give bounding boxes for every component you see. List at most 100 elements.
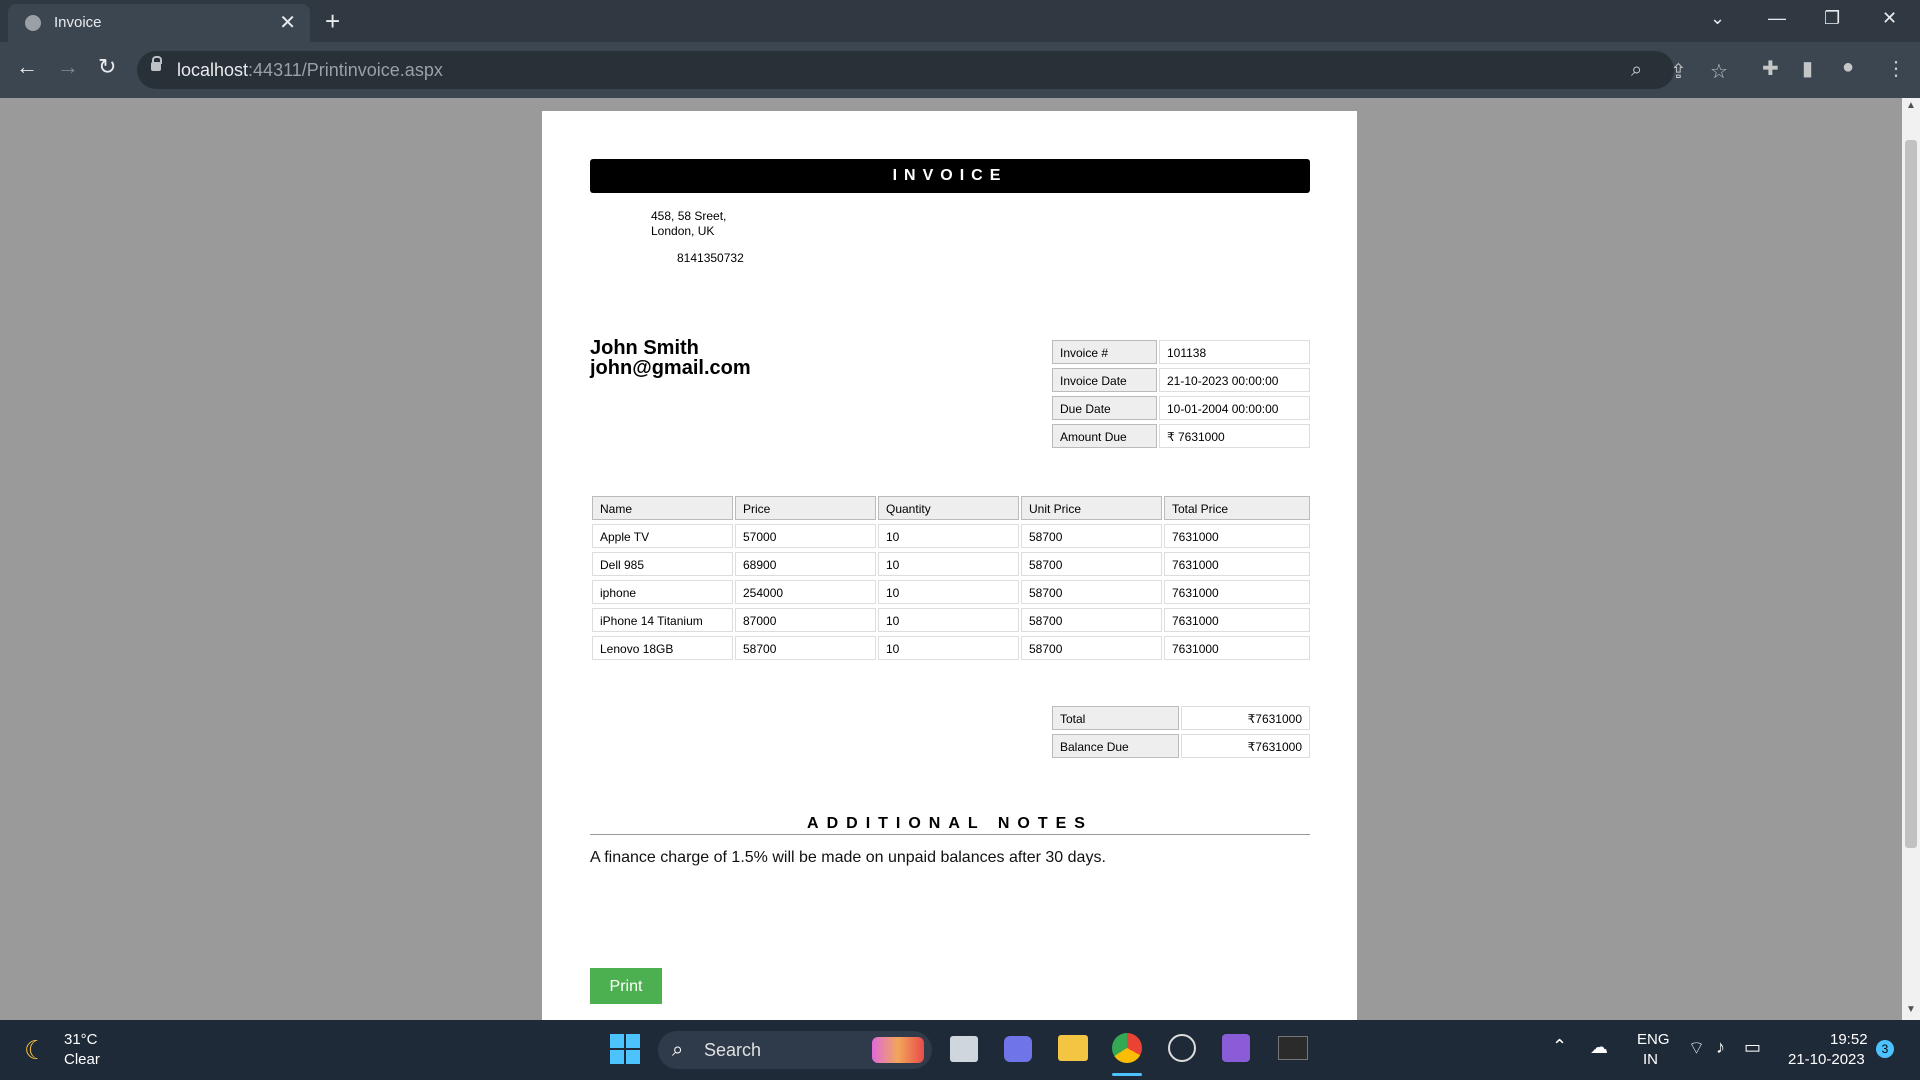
table-cell: 58700 bbox=[735, 636, 876, 660]
company-address: 458, 58 Sreet, London, UK bbox=[651, 209, 726, 239]
vertical-scrollbar[interactable]: ▲ ▼ bbox=[1902, 98, 1920, 1020]
url-path: :44311/Printinvoice.aspx bbox=[248, 60, 443, 80]
moon-weather-icon[interactable]: ☾ bbox=[24, 1035, 47, 1066]
globe-icon bbox=[25, 15, 41, 31]
clock-time[interactable]: 19:52 bbox=[1830, 1031, 1868, 1048]
table-cell: 58700 bbox=[1021, 608, 1162, 632]
table-cell: 10 bbox=[878, 580, 1019, 604]
company-phone: 8141350732 bbox=[677, 251, 744, 265]
lock-icon[interactable] bbox=[151, 56, 162, 71]
menu-icon[interactable]: ⋮ bbox=[1886, 56, 1906, 81]
column-header: Price bbox=[735, 496, 876, 520]
browser-toolbar: ← → ↻ localhost:44311/Printinvoice.aspx … bbox=[0, 42, 1920, 98]
volume-icon[interactable]: ♪ bbox=[1716, 1037, 1725, 1058]
language-in[interactable]: IN bbox=[1643, 1051, 1658, 1068]
customer-email: john@gmail.com bbox=[590, 357, 751, 379]
column-header: Unit Price bbox=[1021, 496, 1162, 520]
table-cell: 57000 bbox=[735, 524, 876, 548]
total-label: Total bbox=[1052, 706, 1179, 730]
minimize-icon[interactable]: — bbox=[1768, 8, 1786, 29]
scroll-up-icon[interactable]: ▲ bbox=[1906, 100, 1916, 111]
chrome-icon[interactable] bbox=[1112, 1033, 1142, 1063]
visual-studio-icon[interactable] bbox=[1222, 1034, 1250, 1062]
file-explorer-icon[interactable] bbox=[1058, 1035, 1088, 1061]
search-label: Search bbox=[704, 1040, 762, 1060]
table-cell: 58700 bbox=[1021, 552, 1162, 576]
table-cell: 58700 bbox=[1021, 580, 1162, 604]
new-tab-button[interactable]: + bbox=[325, 6, 340, 37]
address-bar[interactable]: localhost:44311/Printinvoice.aspx ⌕ ⇪ ☆ bbox=[137, 51, 1728, 89]
windows-taskbar: ☾ 31°C Clear ⌕ Search ⌃ ☁ ENG IN ⌔ ♪ ▭ 1… bbox=[0, 1020, 1920, 1080]
table-cell: 58700 bbox=[1021, 636, 1162, 660]
table-cell: 68900 bbox=[735, 552, 876, 576]
tab-invoice[interactable]: Invoice ✕ bbox=[8, 4, 310, 42]
task-view-icon[interactable] bbox=[950, 1036, 978, 1062]
total-value: ₹7631000 bbox=[1181, 706, 1310, 730]
column-header: Quantity bbox=[878, 496, 1019, 520]
forward-icon[interactable]: → bbox=[57, 54, 79, 80]
table-cell: iphone bbox=[592, 580, 733, 604]
onedrive-icon[interactable]: ☁ bbox=[1590, 1037, 1608, 1058]
battery-icon[interactable]: ▭ bbox=[1744, 1037, 1761, 1058]
table-cell: 7631000 bbox=[1164, 580, 1310, 604]
url-host: localhost bbox=[177, 60, 249, 80]
chat-icon[interactable] bbox=[1004, 1036, 1032, 1062]
table-cell: 7631000 bbox=[1164, 636, 1310, 660]
meta-label: Invoice Date bbox=[1052, 368, 1157, 392]
restore-icon[interactable]: ❐ bbox=[1824, 8, 1840, 29]
extensions-icon[interactable]: ✚ bbox=[1762, 56, 1779, 81]
search-icon: ⌕ bbox=[672, 1039, 684, 1061]
meta-label: Invoice # bbox=[1052, 340, 1157, 364]
windows-start-icon[interactable] bbox=[610, 1034, 640, 1064]
table-cell: 10 bbox=[878, 552, 1019, 576]
terminal-icon[interactable] bbox=[1278, 1036, 1308, 1060]
meta-label: Due Date bbox=[1052, 396, 1157, 420]
table-cell: iPhone 14 Titanium bbox=[592, 608, 733, 632]
weather-temp[interactable]: 31°C bbox=[64, 1031, 98, 1048]
bookmark-star-icon[interactable]: ☆ bbox=[1710, 59, 1728, 84]
close-window-icon[interactable]: ✕ bbox=[1882, 8, 1897, 29]
print-button[interactable]: Print bbox=[590, 968, 662, 1004]
meta-value: 10-01-2004 00:00:00 bbox=[1159, 396, 1310, 420]
clock-date[interactable]: 21-10-2023 bbox=[1788, 1051, 1865, 1068]
browser-tabbar: Invoice ✕ + ⌄ — ❐ ✕ bbox=[0, 0, 1920, 42]
chevron-up-icon[interactable]: ⌃ bbox=[1552, 1036, 1567, 1057]
table-cell: 10 bbox=[878, 524, 1019, 548]
table-cell: 7631000 bbox=[1164, 552, 1310, 576]
table-cell: 87000 bbox=[735, 608, 876, 632]
balance-due-value: ₹7631000 bbox=[1181, 734, 1310, 758]
meta-value: ₹ 7631000 bbox=[1159, 424, 1310, 448]
column-header: Name bbox=[592, 496, 733, 520]
column-header: Total Price bbox=[1164, 496, 1310, 520]
scrollbar-thumb[interactable] bbox=[1905, 140, 1917, 848]
media-player-icon[interactable] bbox=[1168, 1034, 1196, 1062]
active-app-indicator bbox=[1112, 1073, 1142, 1076]
divider bbox=[590, 834, 1310, 835]
notification-badge[interactable]: 3 bbox=[1876, 1040, 1894, 1058]
url-text[interactable]: localhost:44311/Printinvoice.aspx bbox=[177, 60, 443, 81]
language-eng[interactable]: ENG bbox=[1637, 1031, 1670, 1048]
address-line-2: London, UK bbox=[651, 224, 715, 238]
wifi-icon[interactable]: ⌔ bbox=[1688, 1037, 1705, 1060]
profile-avatar-icon[interactable]: ● bbox=[1842, 56, 1854, 79]
scroll-down-icon[interactable]: ▼ bbox=[1906, 1004, 1916, 1015]
close-tab-icon[interactable]: ✕ bbox=[279, 10, 296, 35]
table-cell: Dell 985 bbox=[592, 552, 733, 576]
invoice-sheet: INVOICE 458, 58 Sreet, London, UK 814135… bbox=[542, 111, 1357, 1020]
address-line-1: 458, 58 Sreet, bbox=[651, 209, 727, 223]
balance-due-label: Balance Due bbox=[1052, 734, 1179, 758]
search-highlight-icon bbox=[872, 1037, 924, 1063]
meta-value: 101138 bbox=[1159, 340, 1310, 364]
tab-title: Invoice bbox=[54, 14, 102, 31]
table-cell: 58700 bbox=[1021, 524, 1162, 548]
share-icon[interactable]: ⇪ bbox=[1670, 59, 1687, 84]
tab-search-icon[interactable]: ⌄ bbox=[1710, 8, 1725, 29]
back-icon[interactable]: ← bbox=[16, 54, 38, 80]
table-cell: 254000 bbox=[735, 580, 876, 604]
zoom-icon[interactable]: ⌕ bbox=[1631, 59, 1642, 82]
taskbar-search[interactable]: ⌕ Search bbox=[658, 1031, 932, 1069]
reload-icon[interactable]: ↻ bbox=[98, 54, 116, 80]
weather-desc[interactable]: Clear bbox=[64, 1051, 100, 1068]
side-panel-icon[interactable]: ▮ bbox=[1802, 56, 1813, 81]
table-cell: 10 bbox=[878, 636, 1019, 660]
